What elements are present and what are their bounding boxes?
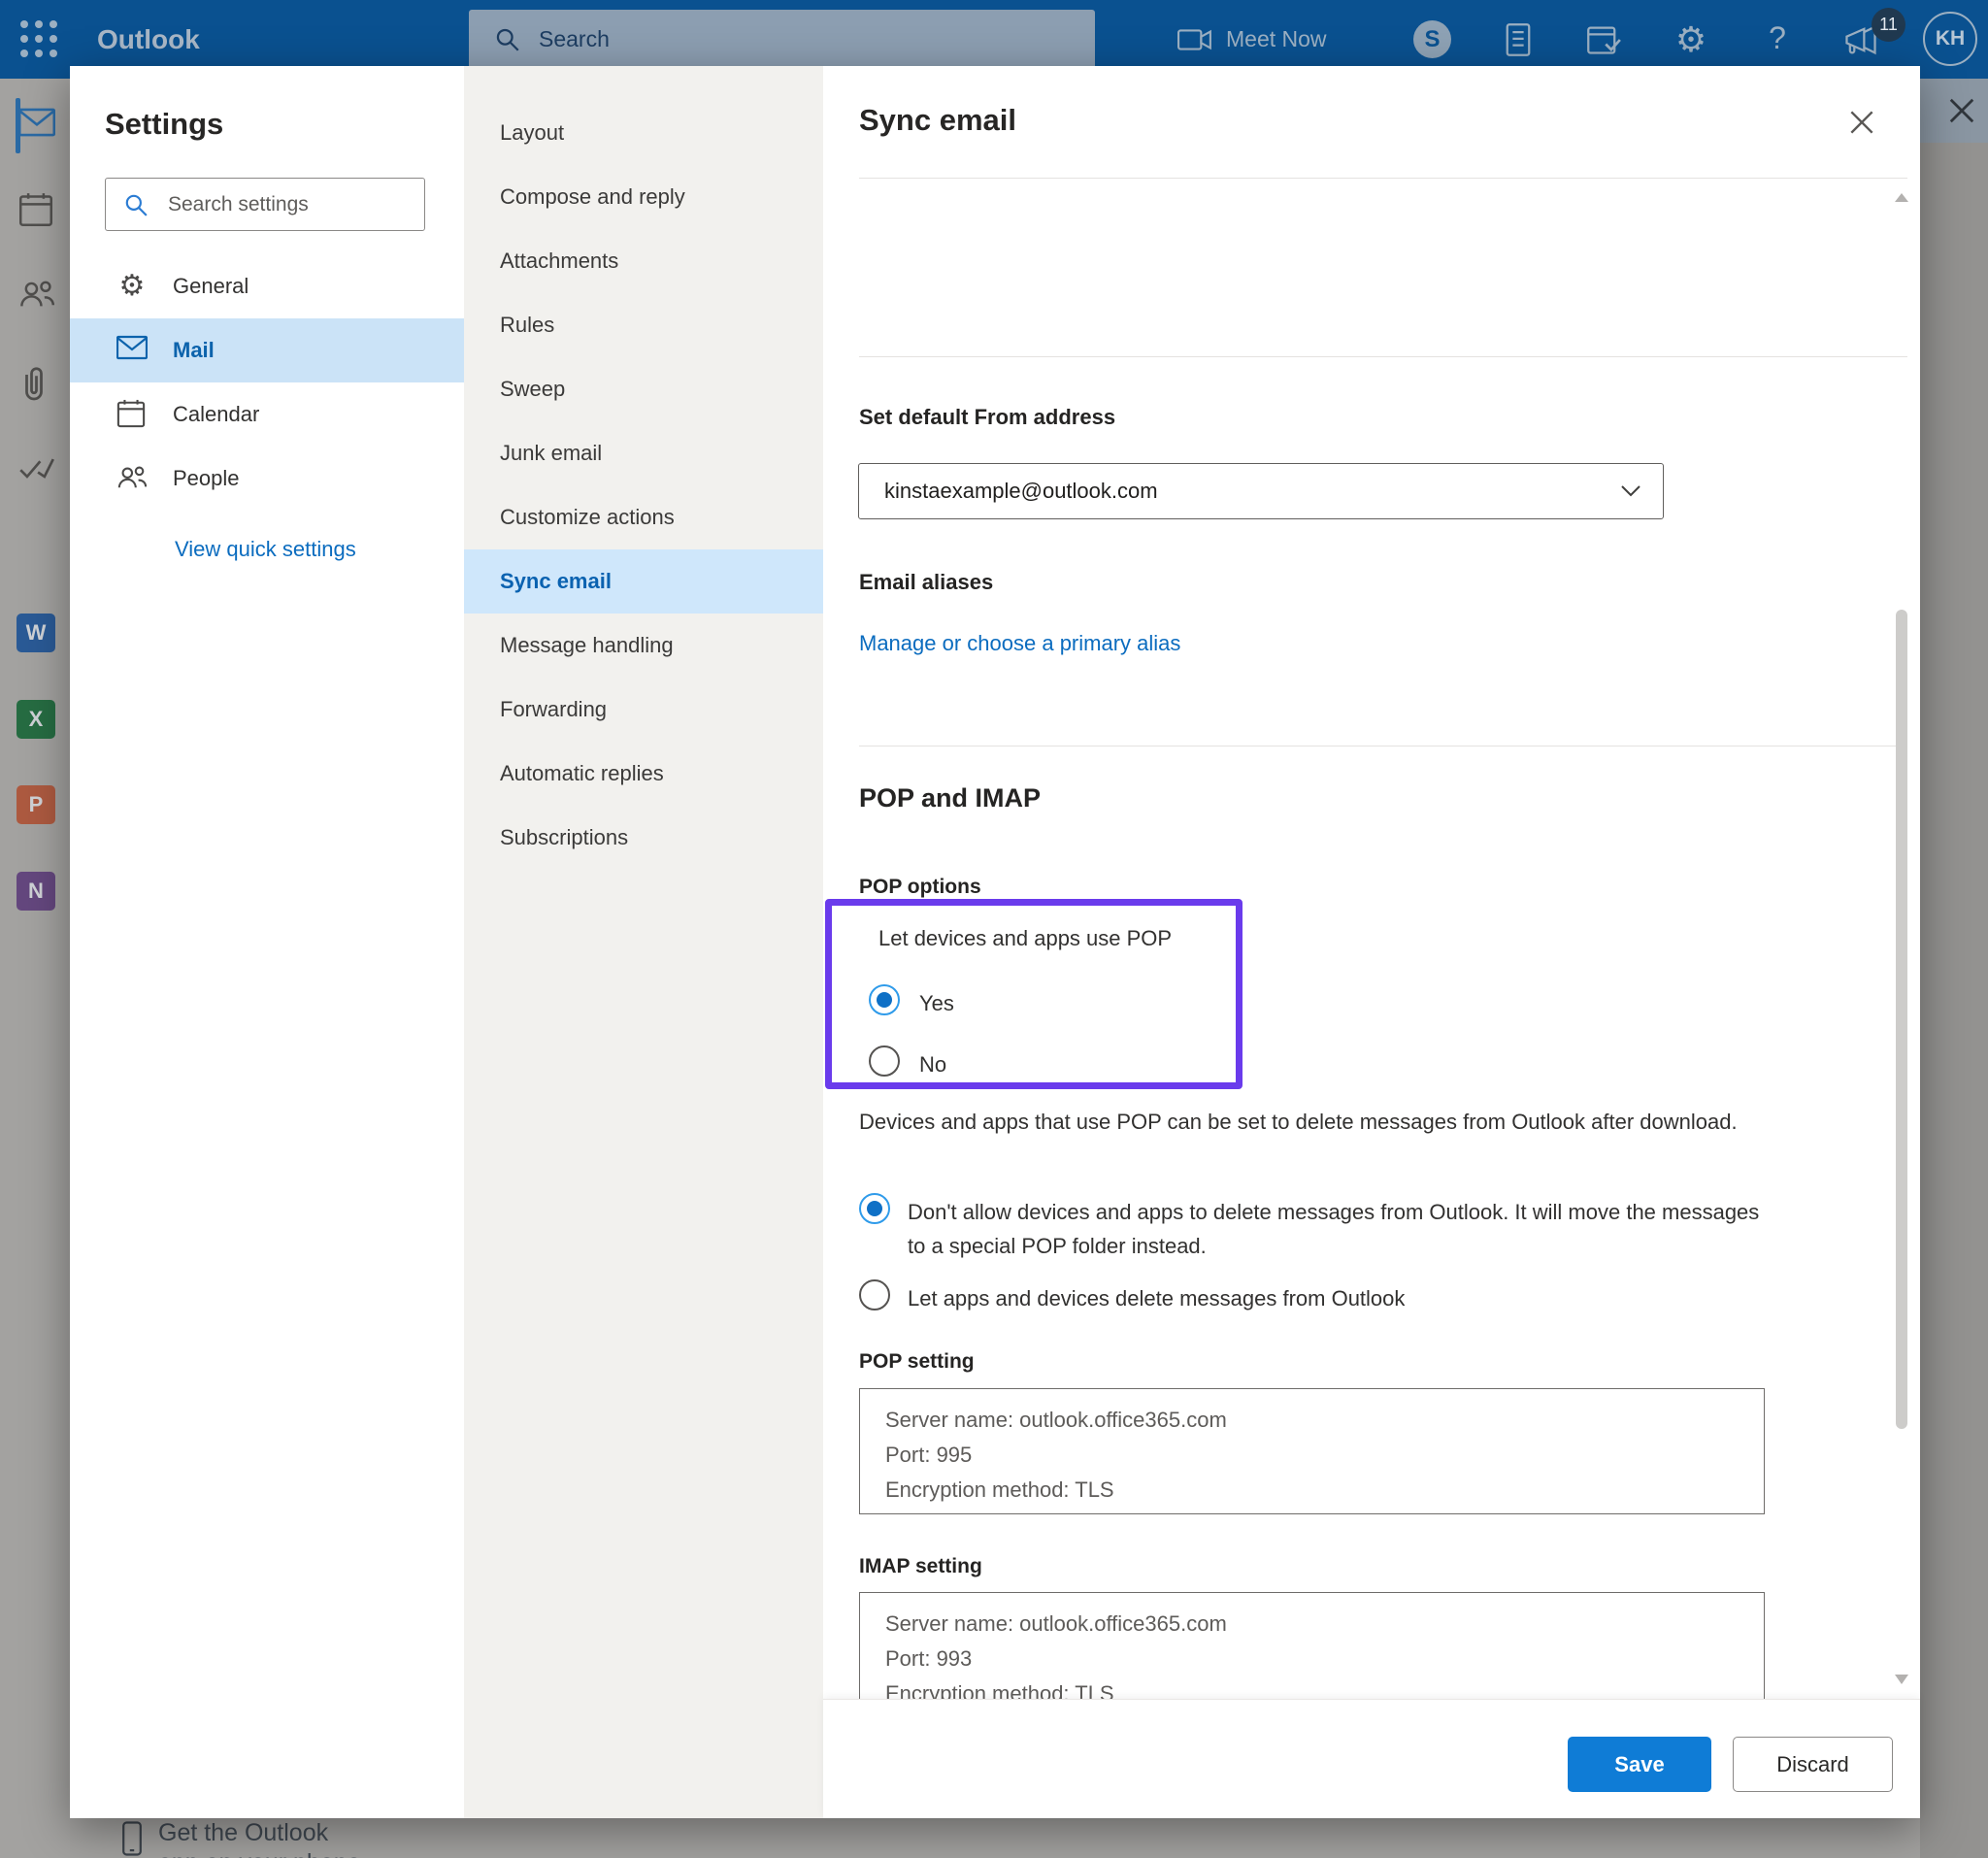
settings-nav-people[interactable]: People	[70, 447, 464, 511]
mail-icon	[116, 335, 148, 366]
pop-no-radio[interactable]	[869, 1045, 900, 1077]
account-avatar[interactable]: KH	[1923, 12, 1977, 66]
default-from-value: kinstaexample@outlook.com	[884, 464, 1158, 518]
nav-item-automatic-replies[interactable]: Automatic replies	[464, 742, 823, 806]
mail-icon[interactable]	[18, 108, 55, 145]
allow-delete-radio[interactable]	[859, 1279, 890, 1311]
pop-encryption: Encryption method: TLS	[885, 1473, 1764, 1508]
edge-banner-remnant	[1920, 79, 1988, 143]
settings-nav-calendar[interactable]: Calendar	[70, 382, 464, 447]
people-icon[interactable]	[18, 278, 55, 315]
pop-setting-label: POP setting	[859, 1350, 975, 1374]
settings-search-input[interactable]	[166, 179, 414, 230]
search-icon	[494, 26, 520, 52]
powerpoint-app-icon[interactable]: P	[17, 785, 55, 824]
nav-item-compose-and-reply[interactable]: Compose and reply	[464, 165, 823, 229]
manage-alias-link[interactable]: Manage or choose a primary alias	[859, 631, 1180, 656]
left-app-rail: W X P N	[0, 79, 70, 1858]
nav-item-attachments[interactable]: Attachments	[464, 229, 823, 293]
banner-close-icon[interactable]	[1947, 96, 1976, 125]
settings-nav-general[interactable]: ⚙ General	[70, 254, 464, 318]
default-from-select[interactable]: kinstaexample@outlook.com	[858, 463, 1664, 519]
pop-toggle-label: Let devices and apps use POP	[878, 926, 1172, 951]
email-aliases-label: Email aliases	[859, 570, 993, 595]
todo-check-icon[interactable]	[18, 454, 55, 491]
notification-count-badge: 11	[1872, 8, 1905, 42]
pop-yes-radio[interactable]	[869, 984, 900, 1015]
nav-item-junk-email[interactable]: Junk email	[464, 421, 823, 485]
skype-icon[interactable]: S	[1413, 20, 1451, 58]
pop-server: Server name: outlook.office365.com	[885, 1403, 1764, 1438]
vertical-scrollbar[interactable]	[1896, 610, 1907, 1429]
pop-imap-heading: POP and IMAP	[859, 783, 1041, 813]
dialog-footer: Save Discard	[823, 1699, 1920, 1818]
divider	[859, 178, 1907, 179]
nav-item-layout[interactable]: Layout	[464, 101, 823, 165]
close-icon[interactable]	[1840, 101, 1883, 144]
default-from-label: Set default From address	[859, 405, 1115, 430]
nav-item-customize-actions[interactable]: Customize actions	[464, 485, 823, 549]
settings-dialog: Settings ⚙ General Mail	[70, 66, 1920, 1818]
nav-item-sweep[interactable]: Sweep	[464, 357, 823, 421]
screen: Outlook Meet Now S ⚙ ? 11 KH	[0, 0, 1988, 1858]
pop-no-label[interactable]: No	[919, 1047, 946, 1081]
pop-yes-label[interactable]: Yes	[919, 986, 954, 1020]
phone-promo-line1: Get the Outlook	[158, 1819, 328, 1847]
settings-nav-mail[interactable]: Mail	[70, 318, 464, 382]
search-icon	[123, 192, 149, 217]
scroll-down-icon[interactable]	[1894, 1673, 1909, 1684]
attachments-paperclip-icon[interactable]	[18, 365, 55, 402]
gear-icon: ⚙	[116, 271, 148, 302]
scroll-up-icon[interactable]	[1894, 190, 1909, 202]
app-launcher-waffle-icon[interactable]	[17, 17, 61, 61]
pane-title: Sync email	[859, 103, 1016, 138]
dimmed-background-bottom: Get the Outlook app on your phone	[70, 1818, 1920, 1858]
topbar-search-box[interactable]	[469, 10, 1095, 69]
phone-icon	[121, 1821, 143, 1858]
dimmed-background-right	[1920, 79, 1988, 1858]
pop-delete-description: Devices and apps that use POP can be set…	[859, 1105, 1762, 1139]
nav-item-forwarding[interactable]: Forwarding	[464, 678, 823, 742]
sync-email-pane: Sync email Set default From address kins…	[823, 66, 1920, 1818]
topbar-search-input[interactable]	[537, 10, 1061, 69]
divider	[859, 746, 1907, 747]
divider	[859, 356, 1907, 357]
calendar-icon	[116, 399, 148, 430]
phone-promo-line2: app on your phone	[158, 1849, 361, 1858]
imap-setting-label: IMAP setting	[859, 1555, 982, 1578]
imap-server: Server name: outlook.office365.com	[885, 1607, 1764, 1642]
save-button[interactable]: Save	[1568, 1737, 1711, 1792]
pop-setting-box: Server name: outlook.office365.com Port:…	[859, 1388, 1765, 1514]
nav-item-sync-email[interactable]: Sync email	[464, 549, 823, 614]
chevron-down-icon	[1620, 484, 1641, 498]
dont-allow-delete-label[interactable]: Don't allow devices and apps to delete m…	[908, 1195, 1776, 1263]
settings-category-panel: Settings ⚙ General Mail	[70, 66, 464, 1818]
onenote-app-icon[interactable]: N	[17, 872, 55, 911]
view-quick-settings-link[interactable]: View quick settings	[175, 537, 356, 562]
dont-allow-delete-radio[interactable]	[859, 1193, 890, 1224]
discard-button[interactable]: Discard	[1733, 1737, 1893, 1792]
word-app-icon[interactable]: W	[17, 614, 55, 652]
excel-app-icon[interactable]: X	[17, 700, 55, 739]
mail-settings-nav: Layout Compose and reply Attachments Rul…	[464, 66, 823, 1818]
pop-options-label: POP options	[859, 876, 981, 899]
people-icon	[116, 463, 148, 494]
imap-port: Port: 993	[885, 1642, 1764, 1676]
calendar-icon[interactable]	[18, 192, 55, 229]
nav-item-rules[interactable]: Rules	[464, 293, 823, 357]
pop-port: Port: 995	[885, 1438, 1764, 1473]
settings-title: Settings	[105, 107, 223, 142]
nav-item-subscriptions[interactable]: Subscriptions	[464, 806, 823, 870]
nav-item-message-handling[interactable]: Message handling	[464, 614, 823, 678]
allow-delete-label[interactable]: Let apps and devices delete messages fro…	[908, 1281, 1776, 1315]
settings-search-box[interactable]	[105, 178, 425, 231]
